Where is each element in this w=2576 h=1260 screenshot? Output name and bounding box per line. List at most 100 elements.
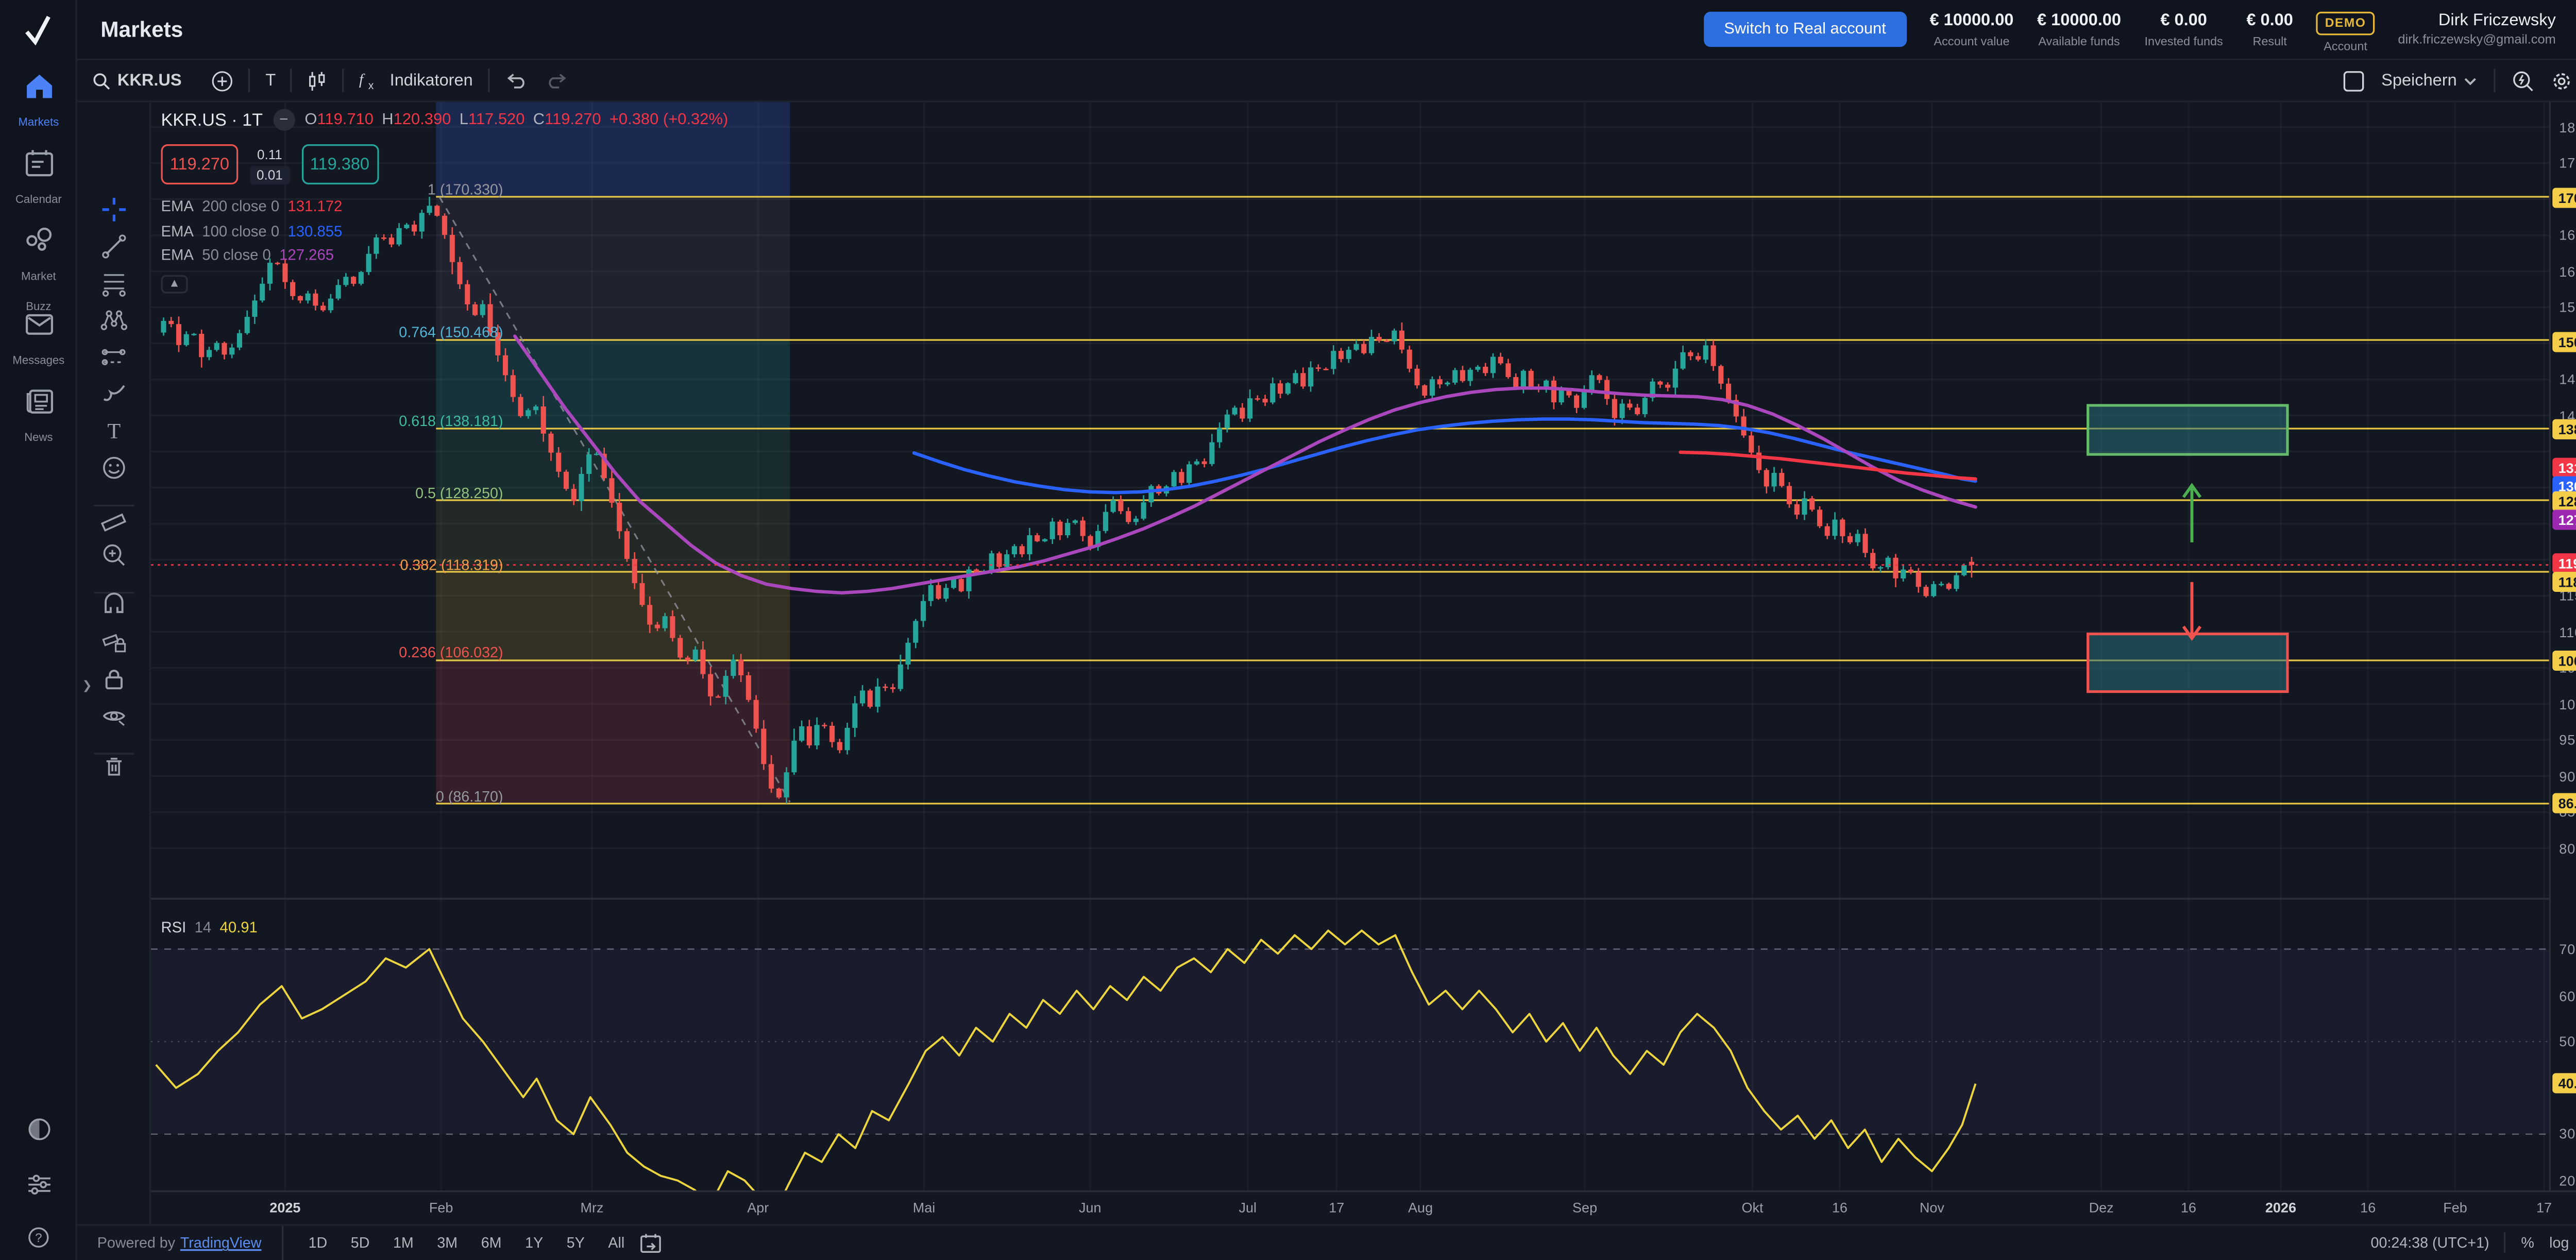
theme-toggle-button[interactable] (0, 1117, 77, 1150)
account-stats: € 10000.00Account value€ 10000.00Availab… (1930, 11, 2293, 48)
text-tool-button[interactable]: T (77, 418, 151, 453)
measure-tool-button[interactable] (77, 505, 151, 540)
crosshair-tool-button[interactable] (77, 196, 151, 231)
time-axis-label-jun[interactable]: Jun (1079, 1199, 1101, 1216)
app-logo[interactable] (0, 7, 77, 54)
layout-button[interactable] (2343, 70, 2364, 91)
sidebar-item-calendar[interactable]: Calendar (0, 147, 77, 211)
spread-display: 0.11 0.01 (250, 147, 290, 184)
time-axis-label-mai[interactable]: Mai (913, 1199, 936, 1216)
hide-drawings-tool-button[interactable] (77, 703, 151, 738)
time-axis-settings[interactable] (2549, 1190, 2576, 1224)
range-button-5d[interactable]: 5D (342, 1231, 378, 1255)
tradingview-link[interactable]: TradingView (180, 1235, 262, 1252)
drawing-lock-tool-button[interactable] (77, 629, 151, 664)
percent-scale-toggle[interactable]: % (2521, 1235, 2534, 1252)
redo-button[interactable] (547, 71, 568, 90)
time-axis-label-16[interactable]: 16 (1832, 1199, 1848, 1216)
goto-date-button[interactable] (640, 1232, 664, 1254)
ema-legend-row[interactable]: EMA50 close 0127.265 (161, 246, 728, 263)
brush-tool-button[interactable] (77, 381, 151, 416)
projection-tool-icon (100, 344, 127, 370)
ema-legend-row[interactable]: EMA100 close 0130.855 (161, 222, 728, 239)
quick-search-button[interactable] (2512, 70, 2534, 91)
zoom-in-tool-icon (100, 541, 127, 568)
log-scale-toggle[interactable]: log (2549, 1235, 2569, 1252)
range-button-1m[interactable]: 1M (385, 1231, 422, 1255)
candlestick-icon (308, 70, 328, 91)
legend-symbol[interactable]: KKR.US · 1T (161, 110, 263, 130)
account-bar: Switch to Real account € 10000.00Account… (1704, 5, 2576, 54)
clock-label[interactable]: 00:24:38 (UTC+1) (2371, 1235, 2489, 1252)
fib-retracement-tool-button[interactable] (77, 270, 151, 305)
time-axis-label-17[interactable]: 17 (1329, 1199, 1344, 1216)
time-axis-label-16[interactable]: 16 (2181, 1199, 2196, 1216)
fib-label-0.5: 0.5 (128.250) (218, 484, 503, 501)
help-button[interactable]: ? (0, 1225, 77, 1257)
chart-type-button[interactable] (308, 70, 328, 91)
sidebar-item-market-buzz[interactable]: MarketBuzz (0, 225, 77, 318)
sidebar-item-label: Calendar (15, 195, 62, 207)
chart-legend: KKR.US · 1T – O119.710H120.390L117.520C1… (161, 109, 728, 294)
legend-collapse-button[interactable]: ▲ (161, 275, 188, 294)
buy-button[interactable]: 119.380 (301, 144, 379, 184)
time-axis-label-sep[interactable]: Sep (1572, 1199, 1597, 1216)
sidebar-item-messages[interactable]: Messages (0, 309, 77, 372)
range-button-6m[interactable]: 6M (472, 1231, 510, 1255)
price-axis-label: 145.000 (2559, 371, 2576, 388)
chart-settings-button[interactable] (2551, 70, 2572, 91)
delete-tool-button[interactable] (77, 753, 151, 788)
compare-add-button[interactable] (212, 70, 233, 91)
app-sidebar: Markets Calendar MarketBuzzMessages News ? (0, 0, 77, 1260)
time-axis-label-16[interactable]: 16 (2360, 1199, 2376, 1216)
fib-retracement-tool-icon (100, 270, 127, 297)
interval-button[interactable]: T (265, 71, 276, 90)
time-axis-label-apr[interactable]: Apr (747, 1199, 769, 1216)
save-layout-button[interactable]: Speichern (2381, 71, 2477, 90)
time-axis-label-nov[interactable]: Nov (1920, 1199, 1944, 1216)
watchlist-expander[interactable]: ❯ (82, 679, 92, 692)
price-axis-badge: 106.032 (2552, 650, 2576, 670)
sidebar-item-news[interactable]: News (0, 386, 77, 450)
time-axis-label-2026[interactable]: 2026 (2265, 1199, 2296, 1216)
time-axis-label-feb[interactable]: Feb (429, 1199, 453, 1216)
save-label: Speichern (2381, 71, 2457, 90)
price-axis[interactable]: 180.000175.000165.000160.000155.000145.0… (2549, 103, 2576, 1191)
switch-to-real-account-button[interactable]: Switch to Real account (1704, 12, 1906, 47)
time-axis-label-feb[interactable]: Feb (2443, 1199, 2467, 1216)
time-axis-label-dez[interactable]: Dez (2089, 1199, 2114, 1216)
price-axis-label: 100.000 (2559, 695, 2576, 712)
sidebar-item-markets[interactable]: Markets (0, 71, 77, 134)
sell-button[interactable]: 119.270 (161, 144, 238, 184)
range-button-1y[interactable]: 1Y (517, 1231, 552, 1255)
preferences-button[interactable] (0, 1172, 77, 1205)
price-axis-badge: 119.270 (2552, 554, 2576, 574)
range-button-5y[interactable]: 5Y (558, 1231, 593, 1255)
indicator-legend-rows: EMA200 close 0131.172 EMA100 close 0130.8… (161, 198, 728, 263)
time-axis-label-okt[interactable]: Okt (1742, 1199, 1764, 1216)
indicators-button[interactable]: fx Indikatoren (360, 71, 473, 91)
time-axis[interactable]: 2025 Feb Mrz Apr Mai Jun Jul 17 Aug Sep Okt 16 Nov De… (151, 1190, 2549, 1224)
chart-area[interactable]: T ❯ KKR.US · 1T – O119.710H120.390L117.5… (77, 103, 2576, 1260)
emoji-tool-button[interactable] (77, 454, 151, 489)
magnet-tool-button[interactable] (77, 592, 151, 627)
time-axis-label-2025[interactable]: 2025 (269, 1199, 300, 1216)
symbol-search-button[interactable]: KKR.US (92, 71, 182, 90)
undo-button[interactable] (505, 71, 527, 90)
pattern-tool-button[interactable] (77, 307, 151, 342)
price-axis-label: 110.000 (2559, 623, 2576, 640)
time-axis-label-jul[interactable]: Jul (1239, 1199, 1257, 1216)
projection-tool-button[interactable] (77, 344, 151, 379)
magnet-tool-icon (100, 592, 127, 619)
ema-legend-row[interactable]: EMA200 close 0131.172 (161, 198, 728, 215)
range-button-1d[interactable]: 1D (300, 1231, 335, 1255)
hide-symbol-icon[interactable]: – (273, 109, 295, 131)
trend-line-tool-button[interactable] (77, 233, 151, 268)
indicators-label: Indikatoren (390, 71, 473, 90)
time-axis-label-aug[interactable]: Aug (1408, 1199, 1433, 1216)
account-type-label: Account (2316, 39, 2374, 54)
range-button-3m[interactable]: 3M (429, 1231, 466, 1255)
range-button-all[interactable]: All (600, 1231, 633, 1255)
time-axis-label-mrz[interactable]: Mrz (581, 1199, 604, 1216)
zoom-in-tool-button[interactable] (77, 541, 151, 576)
